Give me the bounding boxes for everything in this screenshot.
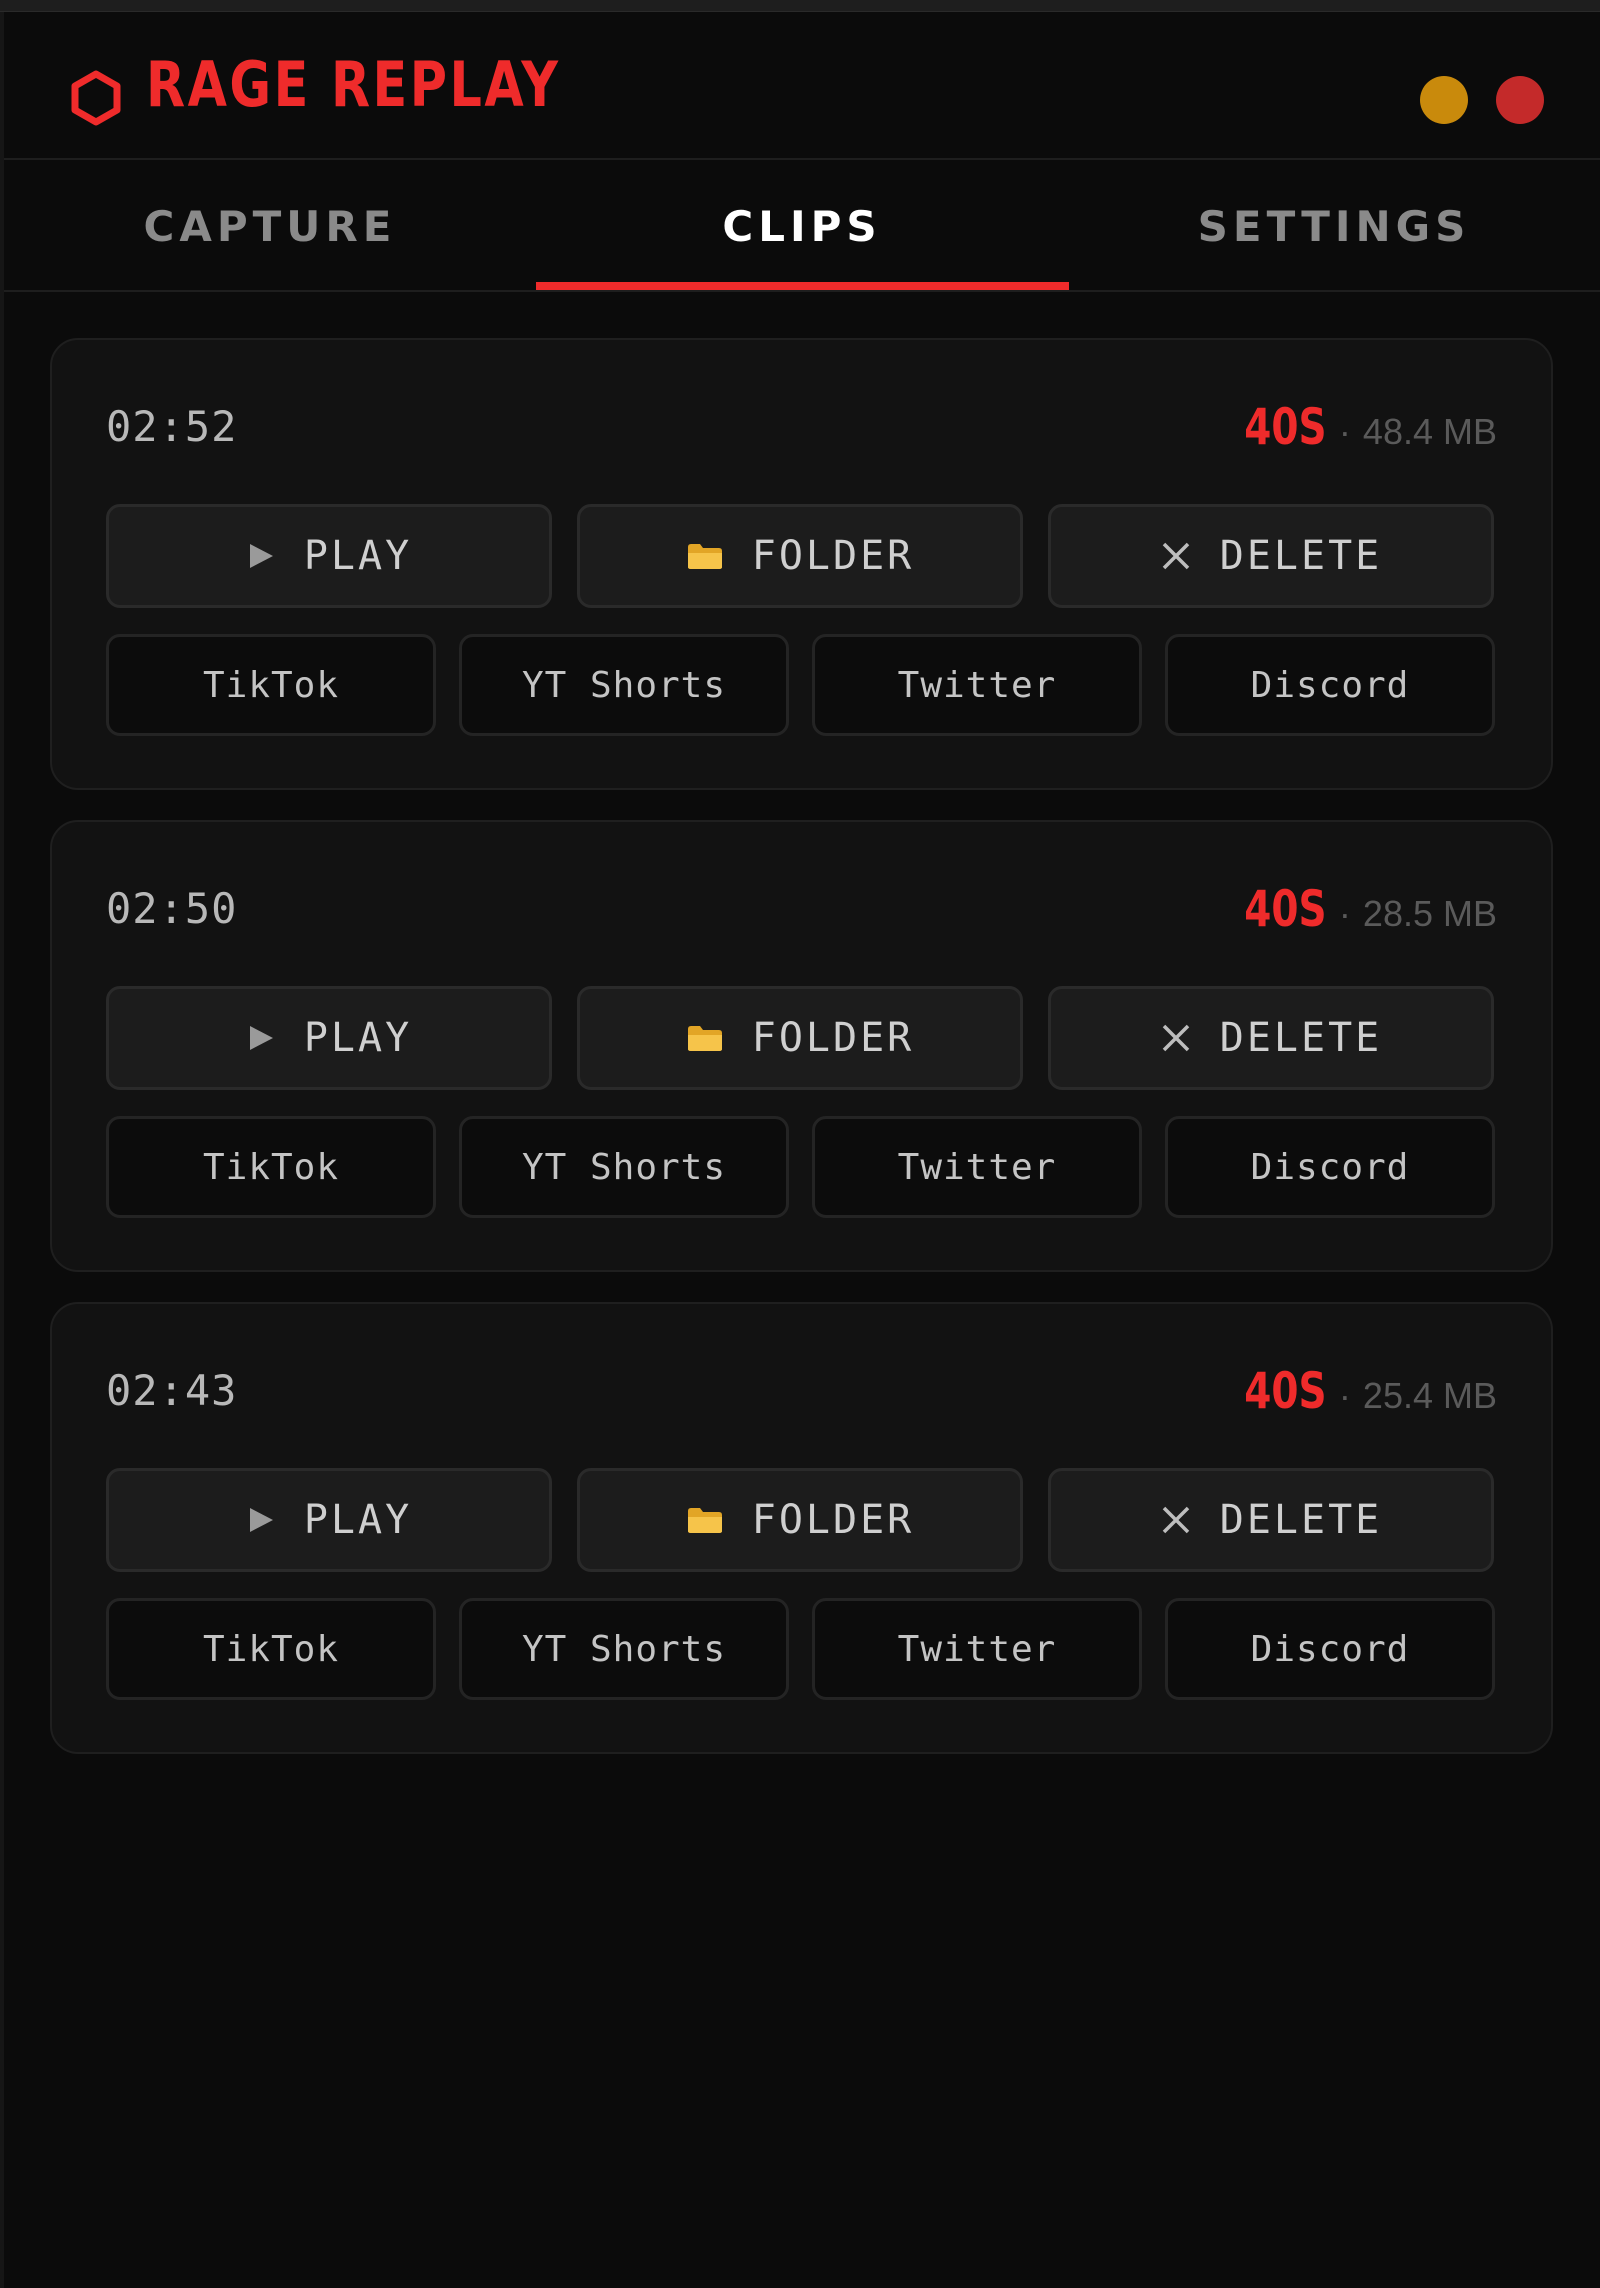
close-icon bbox=[1160, 540, 1192, 572]
open-folder-button[interactable]: FOLDER bbox=[577, 1468, 1023, 1572]
clip-meta: 40S · 28.5 MB bbox=[1221, 880, 1497, 940]
clip-timestamp: 02:50 bbox=[106, 884, 238, 933]
clip-timestamp: 02:52 bbox=[106, 402, 238, 451]
minimize-button[interactable] bbox=[1420, 76, 1468, 124]
share-tiktok-button[interactable]: TikTok bbox=[106, 634, 436, 736]
share-tiktok-button[interactable]: TikTok bbox=[106, 1116, 436, 1218]
play-label: PLAY bbox=[303, 533, 413, 579]
clip-card: 02:43 40S · 25.4 MB PLAY FOLDER DELETE T… bbox=[50, 1302, 1553, 1754]
tab-settings[interactable]: SETTINGS bbox=[1068, 160, 1600, 292]
clip-meta: 40S · 25.4 MB bbox=[1221, 1362, 1497, 1422]
share-yt-shorts-button[interactable]: YT Shorts bbox=[459, 634, 789, 736]
clip-timestamp: 02:43 bbox=[106, 1366, 238, 1415]
tab-clips[interactable]: CLIPS bbox=[536, 160, 1068, 292]
clip-card: 02:50 40S · 28.5 MB PLAY FOLDER DELETE T… bbox=[50, 820, 1553, 1272]
delete-label: DELETE bbox=[1219, 533, 1383, 579]
active-tab-indicator bbox=[536, 282, 1069, 290]
tab-capture[interactable]: CAPTURE bbox=[4, 160, 536, 292]
hexagon-icon bbox=[70, 70, 122, 126]
folder-icon bbox=[686, 1505, 724, 1535]
close-window-button[interactable] bbox=[1496, 76, 1544, 124]
play-icon bbox=[246, 1505, 276, 1535]
open-folder-button[interactable]: FOLDER bbox=[577, 986, 1023, 1090]
play-label: PLAY bbox=[303, 1497, 413, 1543]
title-bar: RAGE REPLAY bbox=[4, 12, 1600, 160]
clip-file-size: 28.5 MB bbox=[1362, 893, 1497, 934]
play-button[interactable]: PLAY bbox=[106, 986, 552, 1090]
folder-label: FOLDER bbox=[751, 1497, 915, 1543]
background-app-edge bbox=[0, 12, 4, 2288]
play-button[interactable]: PLAY bbox=[106, 1468, 552, 1572]
clip-duration: 40S bbox=[1244, 1362, 1327, 1420]
play-button[interactable]: PLAY bbox=[106, 504, 552, 608]
folder-label: FOLDER bbox=[751, 533, 915, 579]
delete-button[interactable]: DELETE bbox=[1048, 986, 1494, 1090]
play-icon bbox=[246, 541, 276, 571]
meta-separator: · bbox=[1338, 893, 1351, 934]
delete-button[interactable]: DELETE bbox=[1048, 1468, 1494, 1572]
clip-duration: 40S bbox=[1244, 880, 1327, 938]
clip-file-size: 25.4 MB bbox=[1362, 1375, 1497, 1416]
delete-button[interactable]: DELETE bbox=[1048, 504, 1494, 608]
folder-icon bbox=[686, 541, 724, 571]
delete-label: DELETE bbox=[1219, 1497, 1383, 1543]
share-tiktok-button[interactable]: TikTok bbox=[106, 1598, 436, 1700]
app-title: RAGE REPLAY bbox=[146, 48, 561, 121]
clip-duration: 40S bbox=[1244, 398, 1327, 456]
share-twitter-button[interactable]: Twitter bbox=[812, 1116, 1142, 1218]
share-discord-button[interactable]: Discord bbox=[1165, 1598, 1495, 1700]
background-app-strip bbox=[0, 0, 1600, 12]
meta-separator: · bbox=[1338, 411, 1351, 452]
rage-replay-window: RAGE REPLAY CAPTURE CLIPS SETTINGS 02:52… bbox=[0, 0, 1600, 2288]
play-label: PLAY bbox=[303, 1015, 413, 1061]
open-folder-button[interactable]: FOLDER bbox=[577, 504, 1023, 608]
clip-meta: 40S · 48.4 MB bbox=[1221, 398, 1497, 458]
delete-label: DELETE bbox=[1219, 1015, 1383, 1061]
close-icon bbox=[1160, 1504, 1192, 1536]
clip-card: 02:52 40S · 48.4 MB PLAY FOLDER DELETE T… bbox=[50, 338, 1553, 790]
close-icon bbox=[1160, 1022, 1192, 1054]
share-twitter-button[interactable]: Twitter bbox=[812, 634, 1142, 736]
folder-label: FOLDER bbox=[751, 1015, 915, 1061]
meta-separator: · bbox=[1338, 1375, 1351, 1416]
folder-icon bbox=[686, 1023, 724, 1053]
share-discord-button[interactable]: Discord bbox=[1165, 634, 1495, 736]
tab-bar: CAPTURE CLIPS SETTINGS bbox=[4, 160, 1600, 292]
clip-file-size: 48.4 MB bbox=[1362, 411, 1497, 452]
share-yt-shorts-button[interactable]: YT Shorts bbox=[459, 1598, 789, 1700]
share-twitter-button[interactable]: Twitter bbox=[812, 1598, 1142, 1700]
play-icon bbox=[246, 1023, 276, 1053]
share-yt-shorts-button[interactable]: YT Shorts bbox=[459, 1116, 789, 1218]
share-discord-button[interactable]: Discord bbox=[1165, 1116, 1495, 1218]
